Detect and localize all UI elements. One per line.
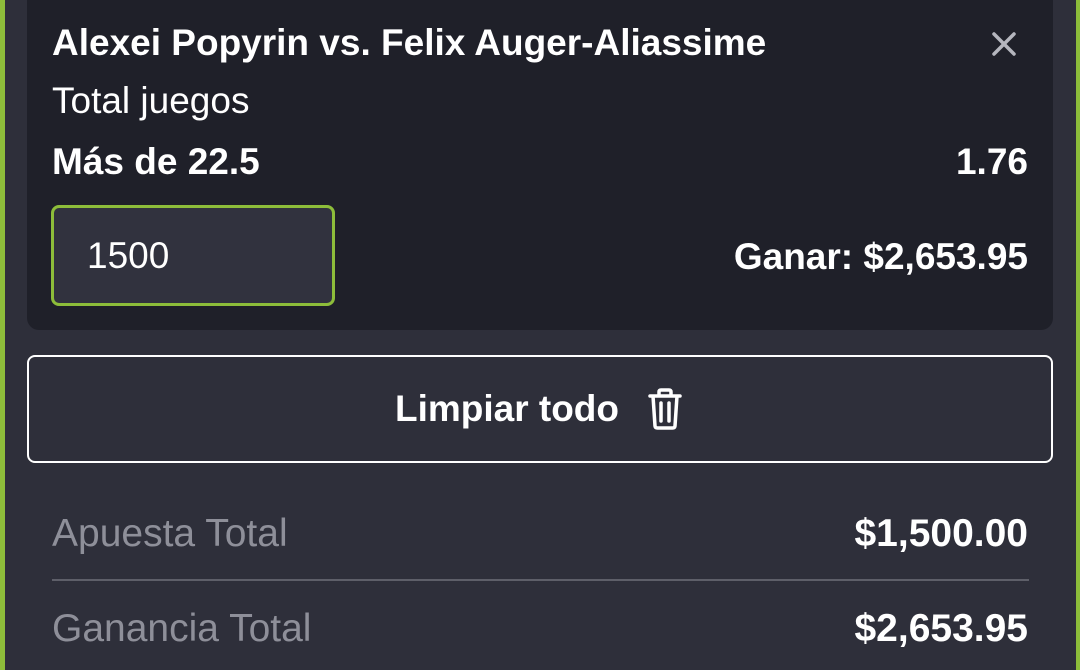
summary-divider [52, 579, 1029, 581]
total-stake-value: $1,500.00 [854, 512, 1028, 555]
market-name: Total juegos [52, 80, 250, 121]
clear-all-button[interactable]: Limpiar todo [27, 355, 1053, 463]
odds-value: 1.76 [955, 141, 1028, 182]
clear-all-label: Limpiar todo [394, 388, 620, 429]
trash-icon [645, 387, 685, 431]
accent-edge-right [1076, 0, 1080, 670]
total-win-label: Ganancia Total [52, 607, 312, 650]
accent-edge-left [0, 0, 5, 670]
to-win-label: Ganar: [733, 236, 854, 277]
to-win: Ganar: $2,653.95 [734, 236, 1028, 278]
selection-name: Más de 22.5 [52, 141, 260, 182]
event-title: Alexei Popyrin vs. Felix Auger-Aliassime [52, 22, 767, 63]
stake-input[interactable] [51, 205, 335, 306]
remove-bet-button[interactable] [984, 24, 1024, 64]
to-win-value: $2,653.95 [863, 236, 1028, 277]
bet-slip-panel: Alexei Popyrin vs. Felix Auger-Aliassime… [0, 0, 1080, 670]
close-icon [992, 32, 1016, 56]
total-stake-label: Apuesta Total [52, 512, 288, 555]
total-win-value: $2,653.95 [854, 607, 1028, 650]
